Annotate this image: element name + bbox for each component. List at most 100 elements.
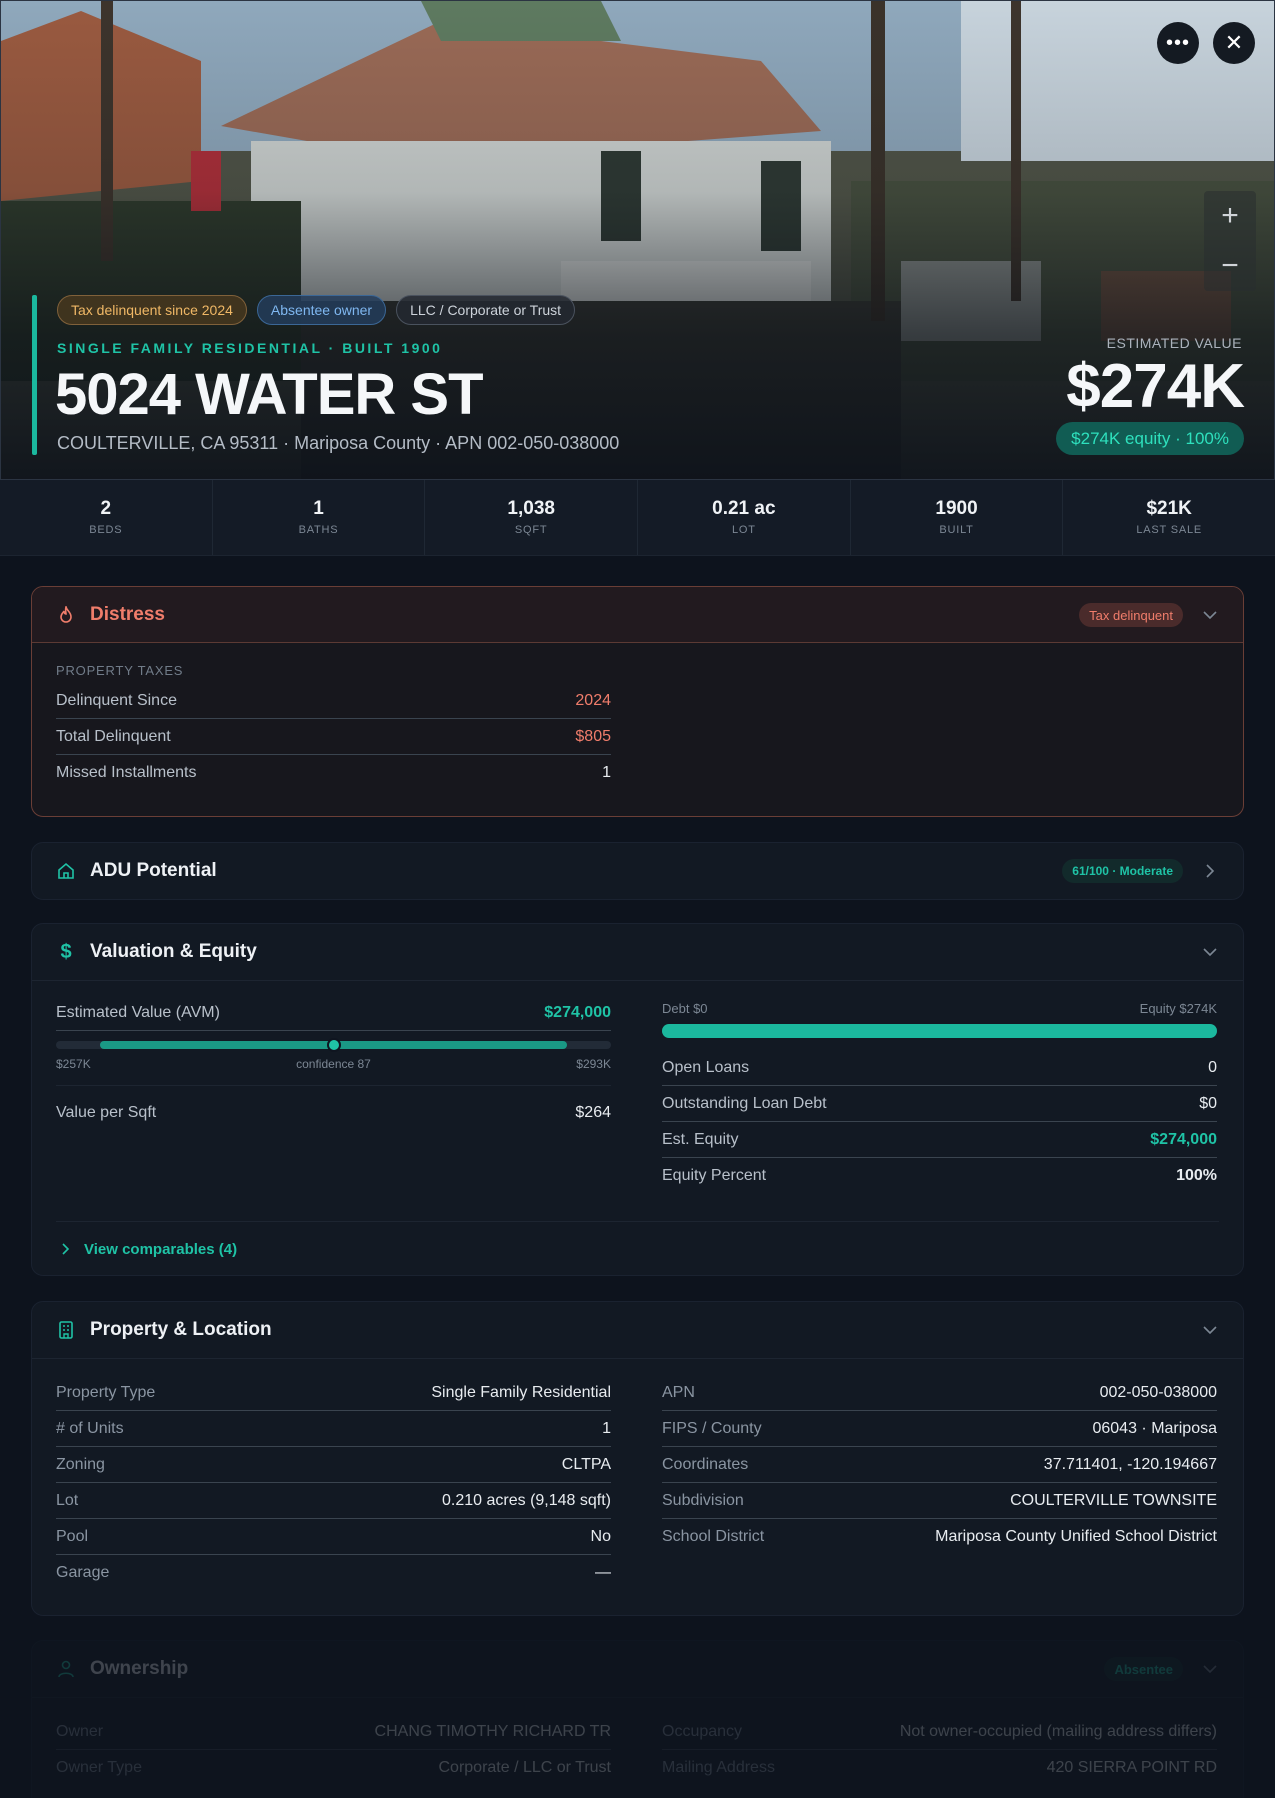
adu-panel[interactable]: ADU Potential 61/100 · Moderate	[31, 842, 1244, 900]
kv-key: School District	[662, 1528, 765, 1545]
more-button[interactable]: •••	[1157, 22, 1199, 64]
distress-panel: Distress Tax delinquent PROPERTY TAXES D…	[31, 586, 1244, 817]
debt-equity-labels: Debt $0 Equity $274K	[662, 1001, 1217, 1016]
kv-key: Equity Percent	[662, 1167, 767, 1184]
map-zoom-control: + −	[1204, 191, 1256, 291]
ownership-left-column: Owner CHANG TIMOTHY RICHARD TR Owner Type…	[56, 1714, 611, 1786]
kv-row: Owner CHANG TIMOTHY RICHARD TR	[56, 1714, 611, 1750]
debt-label: Debt $0	[662, 1001, 708, 1016]
property-taxes-label: PROPERTY TAXES	[56, 663, 184, 678]
chevron-right-icon[interactable]	[1201, 862, 1219, 880]
avm-label: Estimated Value (AVM)	[56, 1003, 220, 1021]
stat-label: BUILT	[939, 524, 974, 536]
accent-bar	[32, 295, 37, 455]
estimated-value-label: ESTIMATED VALUE	[1106, 335, 1242, 351]
kv-key: Occupancy	[662, 1722, 743, 1740]
confidence-range	[56, 1038, 611, 1052]
kv-key: Delinquent Since	[56, 691, 177, 709]
equity-pill: $274K equity · 100%	[1056, 422, 1244, 455]
stats-bar: 2 BEDS 1 BATHS 1,038 SQFT 0.21 ac LOT 1900 BU…	[0, 480, 1275, 556]
flame-icon	[56, 605, 76, 625]
property-location-title: Property & Location	[90, 1319, 272, 1340]
ownership-badge: Absentee	[1104, 1657, 1183, 1681]
distress-header[interactable]: Distress Tax delinquent	[32, 587, 1243, 643]
chevron-down-icon[interactable]	[1201, 1660, 1219, 1678]
zoom-out-button[interactable]: −	[1204, 241, 1256, 291]
property-address: 5024 WATER ST	[55, 362, 483, 427]
kv-key: Outstanding Loan Debt	[662, 1094, 827, 1112]
kv-value: 1	[602, 1419, 611, 1437]
stat-value: 2	[100, 498, 112, 519]
kv-value: Corporate / LLC or Trust	[438, 1759, 611, 1776]
valuation-panel: $ Valuation & Equity Estimated Value (AV…	[31, 923, 1244, 1276]
kv-value: 0	[1208, 1058, 1217, 1076]
zoom-in-button[interactable]: +	[1204, 191, 1256, 241]
stat-label: LOT	[731, 524, 756, 536]
equity-label: Equity $274K	[1139, 1001, 1217, 1016]
kv-key: Garage	[56, 1564, 110, 1581]
kv-key: Value per Sqft	[56, 1103, 157, 1121]
kv-value: $264	[575, 1103, 611, 1121]
kv-key: Property Type	[56, 1383, 156, 1401]
kv-value: CHANG TIMOTHY RICHARD TR	[374, 1722, 611, 1740]
kv-key: Total Delinquent	[56, 727, 171, 745]
property-location-header[interactable]: Property & Location	[32, 1302, 1243, 1358]
tax-delinquent-badge: Tax delinquent	[1079, 603, 1183, 627]
kv-value: Not owner-occupied (mailing address diff…	[899, 1722, 1217, 1740]
kv-row: Property Type Single Family Residential	[56, 1375, 611, 1411]
ownership-header[interactable]: Ownership Absentee	[32, 1641, 1243, 1697]
valuation-header[interactable]: $ Valuation & Equity	[32, 924, 1243, 980]
home-icon	[56, 861, 76, 881]
kv-row: School District Mariposa County Unified S…	[662, 1519, 1217, 1555]
range-marker	[326, 1038, 341, 1052]
kv-value: CLTPA	[561, 1455, 611, 1473]
equity-column: Debt $0 Equity $274K Open Loans 0 Outstan…	[662, 1001, 1217, 1194]
kv-row: Mailing Address 420 SIERRA POINT RD	[662, 1750, 1217, 1786]
ownership-right-column: Occupancy Not owner-occupied (mailing add…	[662, 1714, 1217, 1786]
kv-row: Coordinates 37.711401, -120.194667	[662, 1447, 1217, 1483]
stat-value: 0.21 ac	[712, 498, 776, 519]
chip-absentee-owner[interactable]: Absentee owner	[256, 295, 387, 325]
stat-label: LAST SALE	[1136, 524, 1203, 536]
kv-key: Missed Installments	[56, 764, 197, 781]
kv-value: 1	[602, 764, 611, 781]
chevron-down-icon[interactable]	[1201, 1321, 1219, 1339]
stat-value: 1,038	[507, 498, 555, 519]
kv-key: Lot	[56, 1491, 79, 1509]
value-per-sqft-row: Value per Sqft $264	[56, 1085, 611, 1139]
dollar-icon: $	[60, 940, 72, 963]
chevron-down-icon[interactable]	[1201, 606, 1219, 624]
kv-value: 100%	[1176, 1167, 1217, 1184]
chip-llc-trust[interactable]: LLC / Corporate or Trust	[396, 295, 576, 325]
stat-value: $21K	[1146, 498, 1192, 519]
avm-value: $274,000	[544, 1003, 611, 1021]
close-button[interactable]: ✕	[1213, 22, 1255, 64]
property-location-panel: Property & Location Property Type Single …	[31, 1301, 1244, 1616]
adu-header[interactable]: ADU Potential 61/100 · Moderate	[32, 843, 1243, 899]
property-right-column: APN 002-050-038000 FIPS / County 06043 · M…	[662, 1375, 1217, 1555]
debt-equity-bar	[662, 1024, 1217, 1038]
more-horizontal-icon: •••	[1165, 31, 1190, 54]
distress-title: Distress	[90, 603, 165, 625]
property-left-column: Property Type Single Family Residential #…	[56, 1375, 611, 1591]
kv-key: Mailing Address	[662, 1759, 775, 1776]
kv-key: Subdivision	[662, 1491, 744, 1509]
chip-tax-delinquent[interactable]: Tax delinquent since 2024	[57, 295, 247, 325]
stat-last-sale: $21K LAST SALE	[1063, 480, 1275, 555]
view-comparables-button[interactable]: View comparables (4)	[56, 1221, 1219, 1275]
kv-row: Est. Equity $274,000	[662, 1122, 1217, 1158]
kv-value: 37.711401, -120.194667	[1043, 1455, 1217, 1473]
range-confidence: confidence 87	[296, 1057, 371, 1071]
kv-row: Missed Installments 1	[56, 755, 611, 791]
property-subtitle: SINGLE FAMILY RESIDENTIAL · BUILT 1900	[57, 340, 443, 356]
property-location-line: COULTERVILLE, CA 95311 · Mariposa County…	[57, 433, 620, 453]
stat-label: BATHS	[298, 524, 339, 536]
stat-built: 1900 BUILT	[851, 480, 1064, 555]
close-icon: ✕	[1224, 30, 1244, 55]
estimated-value: $274K	[1066, 352, 1245, 421]
kv-key: Owner	[56, 1722, 104, 1740]
user-icon	[56, 1659, 76, 1679]
kv-row: Zoning CLTPA	[56, 1447, 611, 1483]
chevron-down-icon[interactable]	[1201, 943, 1219, 961]
building-icon	[56, 1320, 76, 1340]
